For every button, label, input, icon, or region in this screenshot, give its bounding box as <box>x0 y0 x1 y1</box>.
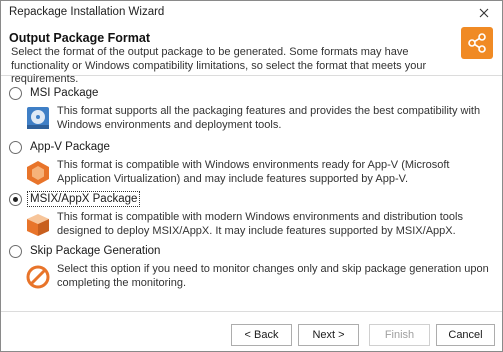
skip-label[interactable]: Skip Package Generation <box>28 244 162 258</box>
format-options: MSI Package This format supports all the… <box>1 77 502 311</box>
close-button[interactable] <box>466 1 502 24</box>
share-icon <box>461 27 493 59</box>
finish-button[interactable]: Finish <box>369 324 430 346</box>
msix-label[interactable]: MSIX/AppX Package <box>26 191 141 207</box>
page-title: Output Package Format <box>9 31 150 45</box>
appv-radio-row[interactable]: App-V Package <box>9 139 112 155</box>
msi-description: This format supports all the packaging f… <box>57 105 481 131</box>
appv-radio[interactable] <box>9 140 22 154</box>
window-title: Repackage Installation Wizard <box>9 6 165 18</box>
appv-label[interactable]: App-V Package <box>28 140 112 154</box>
next-button[interactable]: Next > <box>298 324 359 346</box>
msi-radio[interactable] <box>9 86 22 100</box>
close-icon <box>479 8 489 17</box>
msi-disc-icon <box>27 107 49 129</box>
msi-label[interactable]: MSI Package <box>28 86 100 100</box>
msix-radio-row[interactable]: MSIX/AppX Package <box>9 191 141 207</box>
skip-description: Select this option if you need to monito… <box>57 263 489 289</box>
back-button[interactable]: < Back <box>231 324 292 346</box>
cancel-button[interactable]: Cancel <box>436 324 495 346</box>
appv-hexagon-icon <box>27 161 49 185</box>
title-bar: Repackage Installation Wizard <box>1 1 502 24</box>
skip-radio-row[interactable]: Skip Package Generation <box>9 243 162 259</box>
skip-radio[interactable] <box>9 244 22 258</box>
msi-radio-row[interactable]: MSI Package <box>9 85 100 101</box>
wizard-window: Repackage Installation Wizard Output Pac… <box>0 0 503 352</box>
wizard-header: Output Package Format Select the format … <box>1 24 502 85</box>
skip-prohibited-icon <box>26 265 50 289</box>
msix-radio[interactable] <box>9 192 22 206</box>
msix-description: This format is compatible with modern Wi… <box>57 211 463 237</box>
wizard-footer: < Back Next > Finish Cancel <box>1 311 502 351</box>
msix-package-icon <box>27 214 49 236</box>
appv-description: This format is compatible with Windows e… <box>57 159 450 185</box>
